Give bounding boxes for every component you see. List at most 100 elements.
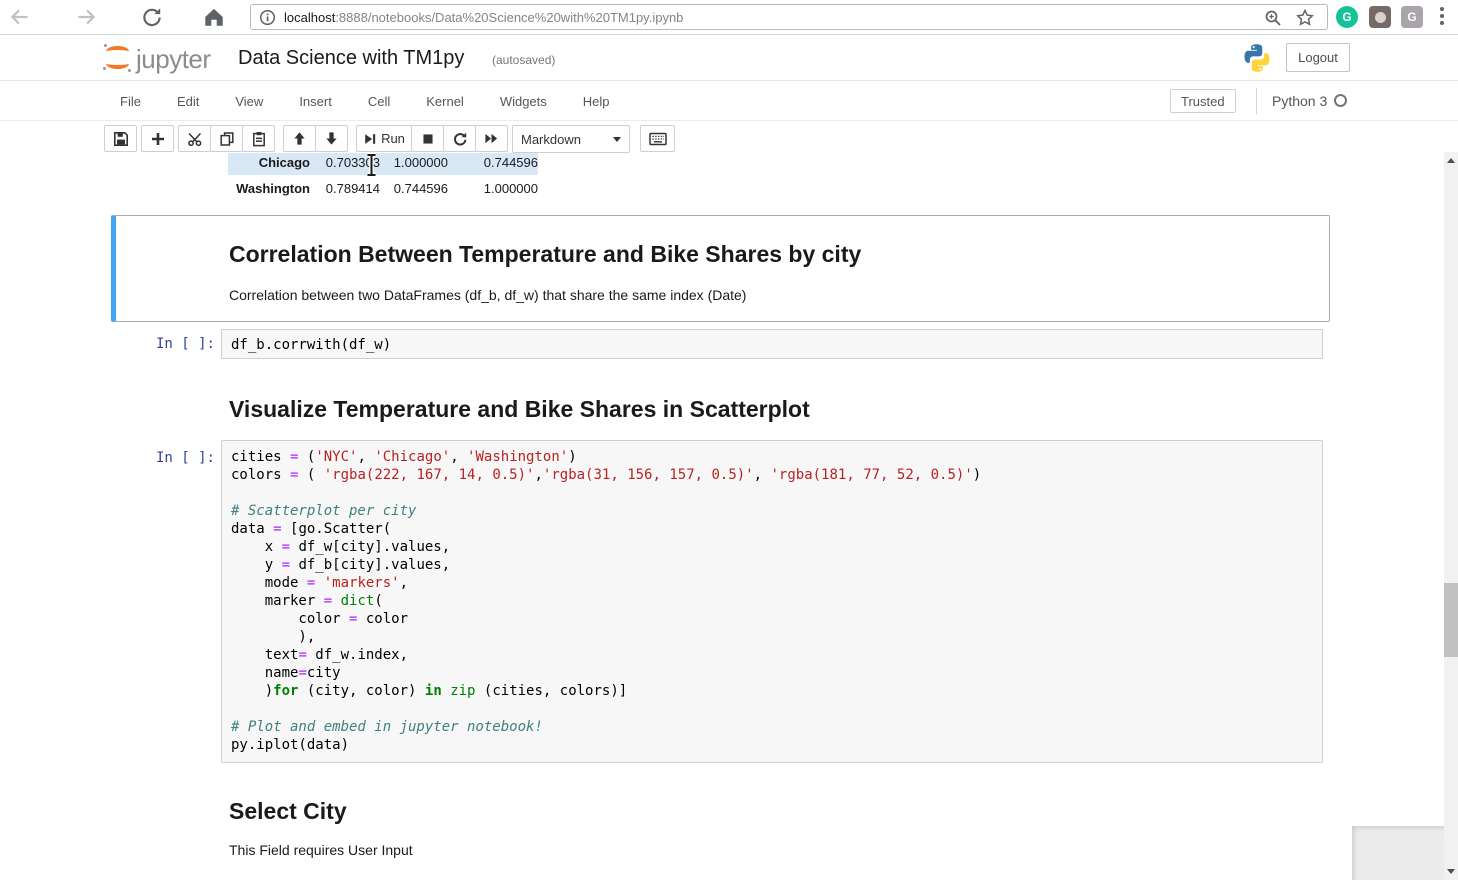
scrollbar-thumb[interactable]: [1444, 583, 1458, 657]
cell-value: 0.744596: [380, 181, 448, 196]
extension-g-icon[interactable]: G: [1401, 6, 1423, 28]
site-info-icon[interactable]: [259, 9, 276, 26]
browser-window: localhost:8888/notebooks/Data%20Science%…: [0, 0, 1458, 880]
copy-cell-button[interactable]: [210, 125, 243, 152]
code-line: [231, 484, 1322, 502]
address-bar[interactable]: localhost:8888/notebooks/Data%20Science%…: [250, 4, 1328, 30]
arrow-up-icon: [292, 131, 307, 146]
notebook-menubar: File Edit View Insert Cell Kernel Widget…: [0, 82, 1458, 121]
browser-menu-icon[interactable]: [1440, 7, 1444, 28]
keyboard-icon: [649, 132, 667, 146]
move-cell-down-button[interactable]: [315, 125, 348, 152]
menu-item-cell[interactable]: Cell: [368, 94, 390, 109]
jupyter-logo-text[interactable]: jupyter: [136, 44, 211, 75]
scrollbar-track[interactable]: [1444, 152, 1458, 880]
scrollbar-down-icon[interactable]: [1447, 869, 1455, 874]
code-line: marker = dict(: [231, 592, 1322, 610]
menu-item-insert[interactable]: Insert: [299, 94, 332, 109]
command-palette-button[interactable]: [640, 125, 675, 152]
menu-item-file[interactable]: File: [120, 94, 141, 109]
code-line: # Plot and embed in jupyter notebook!: [231, 718, 1322, 736]
section-heading[interactable]: Select City: [229, 797, 347, 825]
code-line: x = df_w[city].values,: [231, 538, 1322, 556]
cut-cell-button[interactable]: [178, 125, 211, 152]
code-input[interactable]: cities = ('NYC', 'Chicago', 'Washington'…: [221, 440, 1323, 763]
code-input[interactable]: df_b.corrwith(df_w): [221, 329, 1323, 359]
restart-kernel-button[interactable]: [443, 125, 476, 152]
browser-toolbar: localhost:8888/notebooks/Data%20Science%…: [0, 0, 1458, 35]
kernel-name: Python 3: [1272, 93, 1327, 109]
move-cell-up-button[interactable]: [283, 125, 316, 152]
step-forward-icon: [363, 132, 377, 146]
restart-run-all-button[interactable]: [475, 125, 508, 152]
url-text[interactable]: localhost:8888/notebooks/Data%20Science%…: [284, 10, 683, 25]
trusted-badge[interactable]: Trusted: [1170, 89, 1236, 113]
section-heading[interactable]: Visualize Temperature and Bike Shares in…: [229, 395, 810, 423]
home-icon[interactable]: [202, 5, 226, 29]
stop-icon: [421, 132, 435, 146]
table-row: Washington 0.789414 0.744596 1.000000: [228, 175, 538, 201]
fast-forward-icon: [484, 131, 499, 146]
menu-item-kernel[interactable]: Kernel: [426, 94, 464, 109]
jupyter-logo-icon[interactable]: [103, 43, 133, 73]
forward-icon[interactable]: [74, 5, 98, 29]
jupyter-header: jupyter Data Science with TM1py (autosav…: [0, 36, 1458, 81]
notebook-toolbar: Run Markdown: [0, 121, 1458, 153]
paste-cell-button[interactable]: [242, 125, 275, 152]
cell-type-select[interactable]: Markdown: [512, 125, 630, 153]
menu-item-edit[interactable]: Edit: [177, 94, 199, 109]
plus-icon: [151, 132, 165, 146]
cell-value: 1.000000: [448, 181, 538, 196]
code-line: mode = 'markers',: [231, 574, 1322, 592]
floppy-icon: [113, 131, 129, 147]
menu-item-widgets[interactable]: Widgets: [500, 94, 547, 109]
chevron-down-icon: [613, 137, 621, 142]
run-button-label: Run: [381, 131, 405, 146]
save-button[interactable]: [104, 125, 137, 152]
code-line: y = df_b[city].values,: [231, 556, 1322, 574]
table-row: Chicago 0.703303 1.000000 0.744596: [228, 153, 538, 175]
cell-prompt: In [ ]:: [111, 336, 215, 352]
bookmark-star-icon[interactable]: [1295, 8, 1315, 28]
logout-button[interactable]: Logout: [1286, 43, 1350, 72]
cell-value: 0.789414: [310, 181, 380, 196]
divider: [1256, 88, 1257, 114]
code-line: ),: [231, 628, 1322, 646]
extension-grammarly-icon[interactable]: G: [1336, 6, 1358, 28]
add-cell-button[interactable]: [141, 125, 174, 152]
cell-value: 0.744596: [448, 155, 538, 170]
code-line: df_b.corrwith(df_w): [231, 336, 1322, 354]
dataframe-table: Chicago 0.703303 1.000000 0.744596 Washi…: [228, 153, 538, 201]
cell-type-value: Markdown: [521, 132, 581, 147]
code-line: text= df_w.index,: [231, 646, 1322, 664]
scissors-icon: [187, 131, 203, 147]
code-line: data = [go.Scatter(: [231, 520, 1322, 538]
cell-value: 1.000000: [380, 155, 448, 170]
code-line: cities = ('NYC', 'Chicago', 'Washington'…: [231, 448, 1322, 466]
code-line: colors = ( 'rgba(222, 167, 14, 0.5)','rg…: [231, 466, 1322, 484]
code-line: )for (city, color) in zip (cities, color…: [231, 682, 1322, 700]
restart-icon: [452, 131, 468, 147]
extension-icon[interactable]: [1369, 6, 1391, 28]
text-cursor-icon: [364, 153, 379, 177]
code-line: name=city: [231, 664, 1322, 682]
copy-icon: [219, 131, 235, 147]
python-logo-icon: [1242, 43, 1272, 73]
arrow-down-icon: [324, 131, 339, 146]
menu-item-help[interactable]: Help: [583, 94, 610, 109]
kernel-idle-icon: [1334, 94, 1347, 107]
scrollbar-up-icon[interactable]: [1447, 158, 1455, 163]
section-paragraph: This Field requires User Input: [229, 842, 413, 858]
cell-prompt: In [ ]:: [111, 450, 215, 466]
run-button[interactable]: Run: [356, 125, 412, 152]
background-panel: [1352, 826, 1444, 880]
refresh-icon[interactable]: [140, 5, 164, 29]
notebook-title[interactable]: Data Science with TM1py: [238, 47, 464, 70]
menu-item-view[interactable]: View: [235, 94, 263, 109]
notebook-area: Chicago 0.703303 1.000000 0.744596 Washi…: [0, 153, 1444, 880]
interrupt-kernel-button[interactable]: [411, 125, 444, 152]
zoom-icon[interactable]: [1263, 8, 1283, 28]
paste-icon: [251, 131, 267, 147]
markdown-cell-selected[interactable]: Correlation Between Temperature and Bike…: [111, 215, 1330, 322]
back-icon[interactable]: [8, 5, 32, 29]
